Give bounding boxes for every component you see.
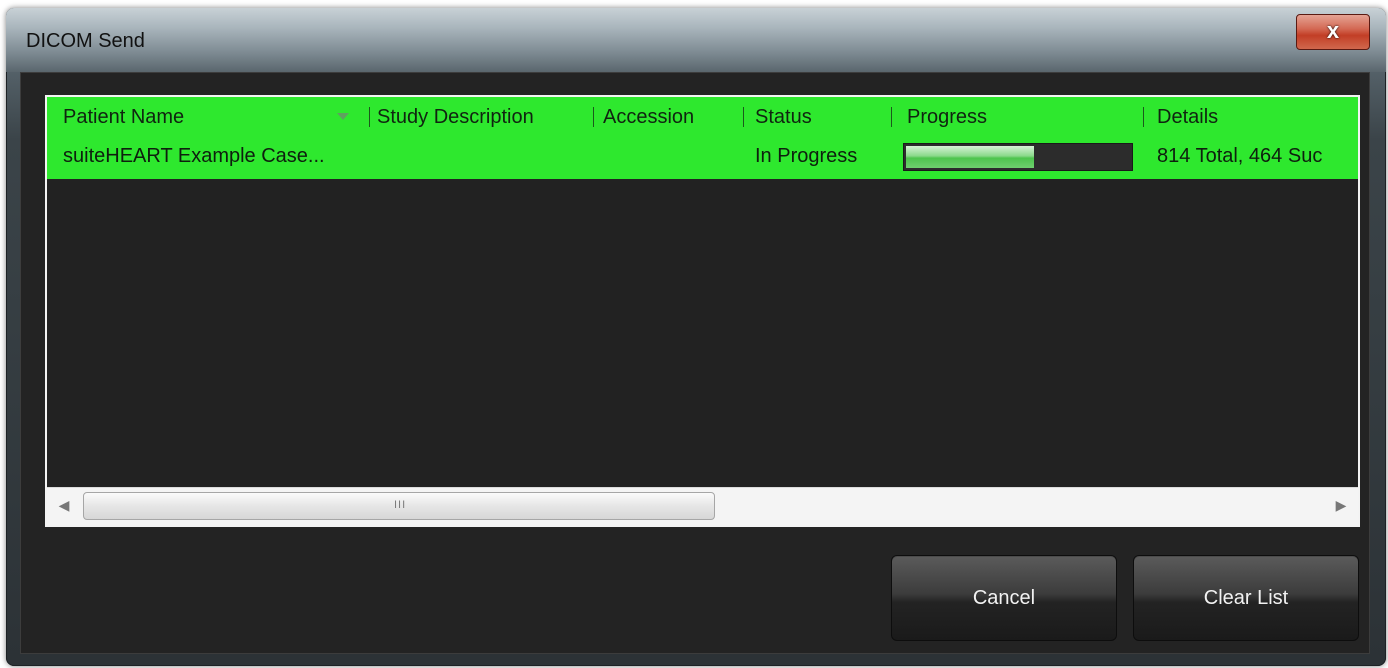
column-header-status[interactable]: Status xyxy=(755,97,812,137)
cell-study-description xyxy=(377,137,587,179)
column-separator[interactable] xyxy=(891,107,892,127)
scroll-left-icon: ◀ xyxy=(58,497,70,513)
close-button[interactable]: x xyxy=(1296,14,1370,50)
send-queue-table: Patient Name Study Description Accession… xyxy=(45,95,1360,527)
column-header-details[interactable]: Details xyxy=(1157,97,1218,137)
horizontal-scrollbar[interactable]: ◀ III ▶ xyxy=(47,487,1358,525)
window-title: DICOM Send xyxy=(26,30,145,52)
clear-list-button[interactable]: Clear List xyxy=(1133,555,1359,641)
cell-details: 814 Total, 464 Suc xyxy=(1157,145,1323,167)
cell-patient-name: suiteHEART Example Case... xyxy=(63,145,325,167)
column-separator[interactable] xyxy=(1143,107,1144,127)
column-header-accession[interactable]: Accession xyxy=(603,97,694,137)
cell-status: In Progress xyxy=(755,145,858,167)
scroll-right-button[interactable]: ▶ xyxy=(1326,488,1356,522)
cell-accession xyxy=(603,137,738,179)
column-separator[interactable] xyxy=(369,107,370,127)
scroll-right-icon: ▶ xyxy=(1335,497,1347,513)
scrollbar-grip: III xyxy=(394,499,407,511)
column-separator[interactable] xyxy=(593,107,594,127)
column-header-patient-name[interactable]: Patient Name xyxy=(63,97,184,137)
title-bar: DICOM Send x xyxy=(6,8,1386,72)
table-row[interactable]: suiteHEART Example Case... In Progress 8… xyxy=(47,137,1358,179)
close-icon: x xyxy=(1326,18,1340,43)
cancel-button[interactable]: Cancel xyxy=(891,555,1117,641)
dicom-send-window: DICOM Send x Patient Name Study Descript… xyxy=(6,8,1386,666)
column-header-study-description[interactable]: Study Description xyxy=(377,97,534,137)
sort-down-icon xyxy=(337,113,349,120)
progress-bar-fill xyxy=(906,146,1034,168)
column-header-progress[interactable]: Progress xyxy=(907,97,987,137)
column-separator[interactable] xyxy=(743,107,744,127)
progress-bar xyxy=(903,143,1133,171)
table-header: Patient Name Study Description Accession… xyxy=(47,97,1358,137)
scrollbar-thumb[interactable]: III xyxy=(83,492,715,520)
scroll-left-button[interactable]: ◀ xyxy=(49,488,79,522)
dialog-body: Patient Name Study Description Accession… xyxy=(20,72,1370,654)
